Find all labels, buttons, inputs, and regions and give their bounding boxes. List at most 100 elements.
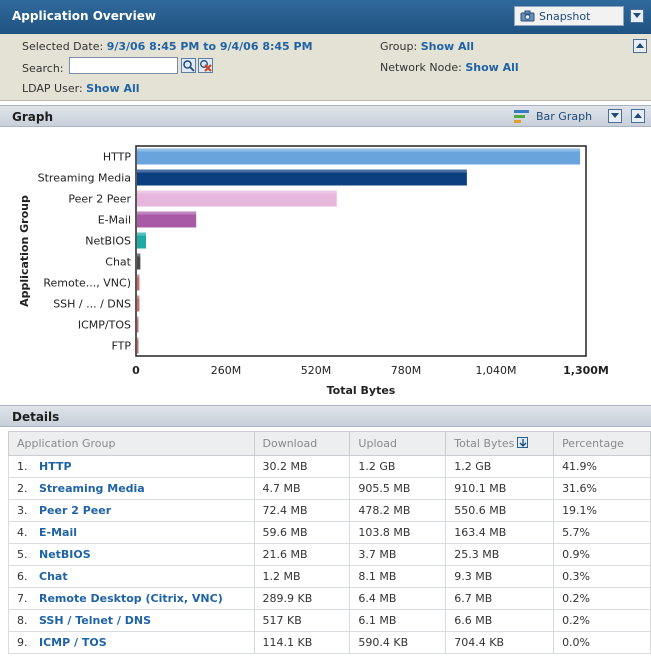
category-label: Chat [105, 256, 131, 269]
graph-panel-header: Graph Bar Graph [0, 105, 651, 127]
cell-total-bytes: 6.6 MB [445, 609, 555, 632]
selected-date: Selected Date: 9/3/06 8:45 PM to 9/4/06 … [22, 40, 313, 53]
bar-highlight [137, 295, 140, 299]
cell-download: 21.6 MB [253, 543, 351, 566]
cell-application-group: 6. Chat [8, 565, 255, 588]
cell-percentage: 5.7% [553, 521, 651, 544]
total-bytes-label: Total Bytes [454, 437, 515, 450]
cell-total-bytes: 704.4 KB [445, 631, 555, 654]
details-panel-title: Details [12, 410, 60, 424]
row-number: 8. [17, 614, 28, 627]
x-tick-label: 260M [211, 364, 242, 377]
graph-area: HTTP Streaming Media Peer 2 Peer E-Mail NetB… [0, 128, 651, 404]
cell-percentage: 31.6% [553, 477, 651, 500]
network-node-label: Network Node: [380, 61, 462, 74]
group-filter: Group: Show All [380, 40, 474, 53]
bar-highlight [137, 190, 337, 194]
x-tick-label: 0 [132, 364, 140, 377]
header-menu-dropdown[interactable] [630, 9, 644, 23]
chevron-up-icon [634, 113, 642, 118]
application-group-link[interactable]: Peer 2 Peer [39, 504, 111, 517]
search-input[interactable] [69, 57, 178, 74]
application-group-link[interactable]: NetBIOS [39, 548, 91, 561]
sort-descending-icon[interactable] [517, 437, 529, 448]
details-panel-header: Details [0, 405, 651, 427]
column-header-upload[interactable]: Upload [349, 431, 447, 456]
application-group-link[interactable]: SSH / Telnet / DNS [39, 614, 151, 627]
bar-highlight [137, 169, 467, 173]
search-label: Search: [22, 62, 64, 75]
cell-download: 1.2 MB [253, 565, 351, 588]
page-title: Application Overview [12, 9, 156, 23]
category-label: SSH / ... / DNS [53, 298, 131, 311]
category-label: Streaming Media [38, 172, 131, 185]
bar-highlight [137, 148, 581, 152]
cell-download: 59.6 MB [253, 521, 351, 544]
x-tick-label: 780M [391, 364, 422, 377]
category-label: Peer 2 Peer [68, 193, 131, 206]
table-header-row: Application Group Download Upload Total … [8, 431, 651, 456]
group-label: Group: [380, 40, 418, 53]
selected-date-label: Selected Date: [22, 40, 104, 53]
bar-highlight [137, 253, 141, 257]
cell-application-group: 4. E-Mail [8, 521, 255, 544]
snapshot-button[interactable]: Snapshot [514, 6, 624, 26]
collapse-graph-button[interactable] [631, 109, 645, 123]
column-header-application-group[interactable]: Application Group [8, 431, 255, 456]
x-tick-label: 520M [301, 364, 332, 377]
chevron-down-icon [633, 13, 641, 18]
column-header-total-bytes[interactable]: Total Bytes [445, 431, 555, 456]
group-link[interactable]: Show All [421, 40, 474, 53]
column-header-download[interactable]: Download [253, 431, 351, 456]
cell-download: 4.7 MB [253, 477, 351, 500]
graph-type-label[interactable]: Bar Graph [536, 110, 592, 123]
cell-percentage: 0.9% [553, 543, 651, 566]
cell-application-group: 3. Peer 2 Peer [8, 499, 255, 522]
selected-date-link[interactable]: 9/3/06 8:45 PM to 9/4/06 8:45 PM [107, 40, 313, 53]
row-number: 6. [17, 570, 28, 583]
details-table: Application Group Download Upload Total … [8, 431, 651, 654]
graph-type-dropdown[interactable] [608, 109, 622, 123]
cell-upload: 6.1 MB [349, 609, 447, 632]
bar-highlight [137, 232, 146, 236]
category-label: NetBIOS [85, 235, 131, 248]
ldap-user-link[interactable]: Show All [86, 82, 139, 95]
table-row: 5. NetBIOS 21.6 MB 3.7 MB 25.3 MB 0.9% [8, 543, 651, 566]
row-number: 4. [17, 526, 28, 539]
cell-application-group: 1. HTTP [8, 455, 255, 478]
collapse-overview-button[interactable] [633, 39, 647, 53]
cell-upload: 8.1 MB [349, 565, 447, 588]
cell-upload: 3.7 MB [349, 543, 447, 566]
column-header-percentage[interactable]: Percentage [553, 431, 651, 456]
x-tick-label: 1,040M [476, 364, 517, 377]
cell-percentage: 0.2% [553, 587, 651, 610]
clear-icon [200, 60, 212, 72]
category-label: E-Mail [98, 214, 131, 227]
application-group-link[interactable]: Chat [39, 570, 68, 583]
row-number: 3. [17, 504, 28, 517]
y-axis-label: Application Group [18, 195, 31, 307]
search-button[interactable] [181, 58, 196, 73]
application-group-link[interactable]: Remote Desktop (Citrix, VNC) [39, 592, 223, 605]
cell-application-group: 2. Streaming Media [8, 477, 255, 500]
snapshot-label: Snapshot [539, 10, 591, 23]
cell-upload: 6.4 MB [349, 587, 447, 610]
application-group-link[interactable]: ICMP / TOS [39, 636, 107, 649]
bar-highlight [137, 211, 197, 215]
row-number: 7. [17, 592, 28, 605]
bar-highlight [137, 316, 139, 320]
cell-upload: 1.2 GB [349, 455, 447, 478]
row-number: 9. [17, 636, 28, 649]
cell-percentage: 0.0% [553, 631, 651, 654]
cell-application-group: 7. Remote Desktop (Citrix, VNC) [8, 587, 255, 610]
clear-search-button[interactable] [198, 58, 213, 73]
search-icon [183, 60, 195, 72]
table-row: 1. HTTP 30.2 MB 1.2 GB 1.2 GB 41.9% [8, 455, 651, 478]
application-group-link[interactable]: HTTP [39, 460, 72, 473]
network-node-filter: Network Node: Show All [380, 61, 519, 74]
network-node-link[interactable]: Show All [465, 61, 518, 74]
cell-application-group: 9. ICMP / TOS [8, 631, 255, 654]
application-group-link[interactable]: Streaming Media [39, 482, 145, 495]
application-group-link[interactable]: E-Mail [39, 526, 77, 539]
camera-icon [520, 10, 535, 22]
